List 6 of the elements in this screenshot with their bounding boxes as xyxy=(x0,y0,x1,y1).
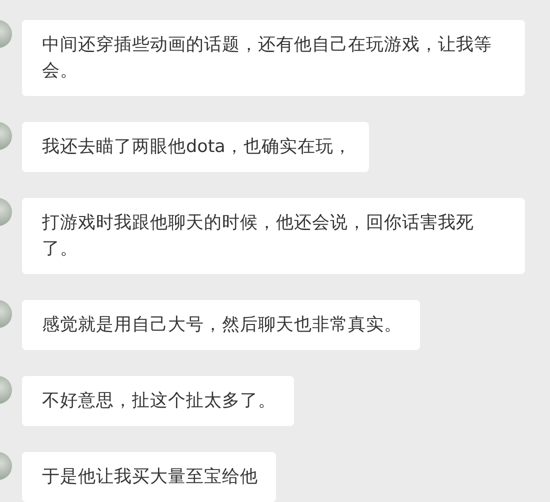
message-bubble: 中间还穿插些动画的话题，还有他自己在玩游戏，让我等会。 xyxy=(22,20,525,96)
message-bubble: 于是他让我买大量至宝给他 xyxy=(22,452,276,502)
message-bubble: 不好意思，扯这个扯太多了。 xyxy=(22,376,294,426)
message-bubble: 打游戏时我跟他聊天的时候，他还会说，回你话害我死了。 xyxy=(22,198,525,274)
message-bubble: 我还去瞄了两眼他dota，也确实在玩， xyxy=(22,122,370,172)
message-bubble: 感觉就是用自己大号，然后聊天也非常真实。 xyxy=(22,300,420,350)
